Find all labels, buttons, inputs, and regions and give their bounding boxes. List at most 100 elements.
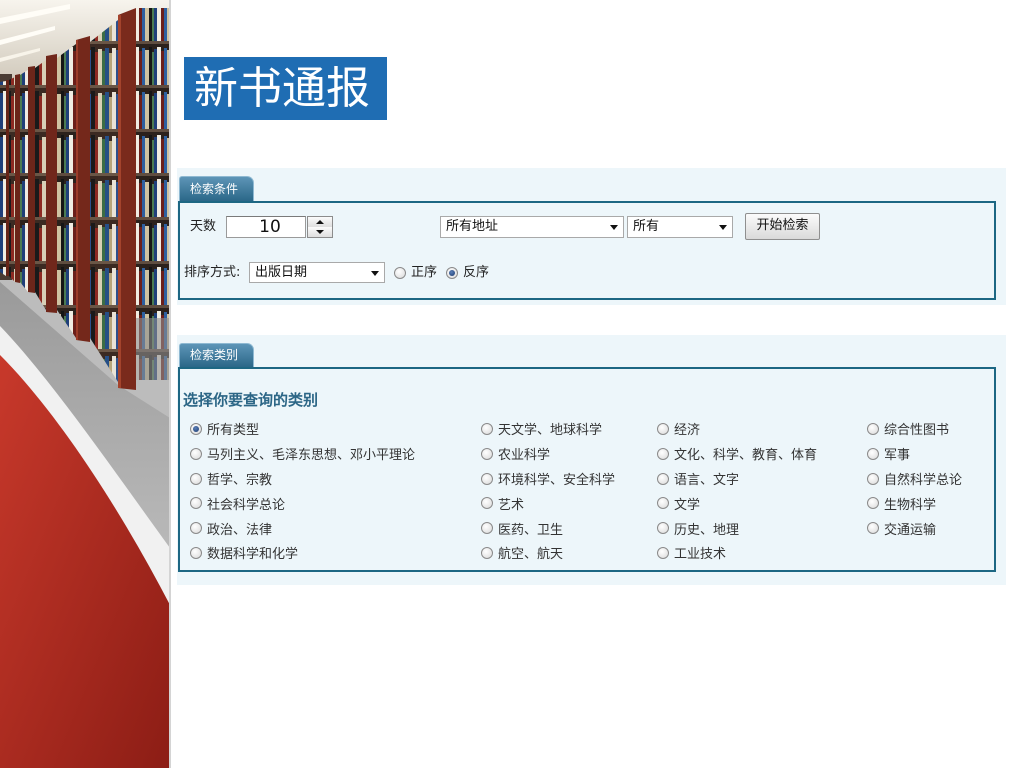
category-label: 航空、航天 xyxy=(498,547,564,563)
radio-icon[interactable] xyxy=(190,546,202,559)
category-option[interactable]: 综合性图书 xyxy=(867,417,962,442)
chevron-down-icon xyxy=(719,225,727,230)
radio-icon[interactable] xyxy=(481,497,493,510)
category-label: 数据科学和化学 xyxy=(207,547,299,563)
category-label: 马列主义、毛泽东思想、邓小平理论 xyxy=(207,448,416,464)
category-option[interactable]: 数据科学和化学 xyxy=(190,541,415,566)
radio-icon[interactable] xyxy=(867,497,879,510)
radio-icon[interactable] xyxy=(190,497,202,510)
spinner-up-icon xyxy=(316,220,324,224)
category-option[interactable]: 历史、地理 xyxy=(657,516,817,541)
start-search-button[interactable]: 开始检索 xyxy=(745,213,820,240)
radio-icon[interactable] xyxy=(657,522,669,535)
category-column: 经济文化、科学、教育、体育 语言、文字文学历史、地理 工业技术 xyxy=(657,417,817,566)
radio-icon[interactable] xyxy=(867,447,879,460)
category-label: 农业科学 xyxy=(498,448,551,464)
category-label: 文学 xyxy=(674,497,701,513)
slide-title-box: 新书通报 xyxy=(184,57,387,120)
radio-icon[interactable] xyxy=(394,267,406,279)
order-ascending-label: 正序 xyxy=(411,265,438,280)
spinner-down-icon xyxy=(316,230,324,234)
radio-icon[interactable] xyxy=(190,522,202,535)
category-option[interactable]: 艺术 xyxy=(481,491,615,516)
category-option[interactable]: 军事 xyxy=(867,441,962,466)
chevron-down-icon xyxy=(371,270,379,276)
category-label: 经济 xyxy=(674,423,701,439)
radio-icon[interactable] xyxy=(657,546,669,559)
category-label: 医药、卫生 xyxy=(498,522,564,538)
category-label: 自然科学总论 xyxy=(884,473,963,489)
category-search-panel: 检索类别 选择你要查询的类别 所有类型马列主义、毛泽东思想、邓小平理论 哲学、宗教… xyxy=(177,335,1006,585)
category-option[interactable]: 交通运输 xyxy=(867,516,962,541)
category-label: 环境科学、安全科学 xyxy=(498,473,616,489)
category-heading: 选择你要查询的类别 xyxy=(183,391,319,409)
category-column: 所有类型马列主义、毛泽东思想、邓小平理论 哲学、宗教社会科学总论 政治、法律数据科学… xyxy=(190,417,415,566)
radio-icon[interactable] xyxy=(481,546,493,559)
category-option[interactable]: 医药、卫生 xyxy=(481,516,615,541)
category-option[interactable]: 生物科学 xyxy=(867,491,962,516)
radio-icon[interactable] xyxy=(190,422,202,435)
category-label: 社会科学总论 xyxy=(207,497,286,513)
slide-title: 新书通报 xyxy=(194,63,370,114)
radio-icon[interactable] xyxy=(481,422,493,435)
category-option[interactable]: 文化、科学、教育、体育 xyxy=(657,441,817,466)
category-label: 生物科学 xyxy=(884,497,937,513)
library-bookshelf-photo xyxy=(0,0,170,768)
category-option[interactable]: 工业技术 xyxy=(657,541,817,566)
slide-divider xyxy=(169,0,171,768)
radio-icon[interactable] xyxy=(867,522,879,535)
category-option[interactable]: 文学 xyxy=(657,491,817,516)
category-label: 艺术 xyxy=(498,497,525,513)
category-option[interactable]: 经济 xyxy=(657,417,817,442)
radio-icon[interactable] xyxy=(481,472,493,485)
category-option[interactable]: 所有类型 xyxy=(190,417,415,442)
category-option[interactable]: 哲学、宗教 xyxy=(190,466,415,491)
radio-icon[interactable] xyxy=(657,447,669,460)
category-label: 天文学、地球科学 xyxy=(498,423,603,439)
category-option[interactable]: 马列主义、毛泽东思想、邓小平理论 xyxy=(190,441,415,466)
days-input[interactable] xyxy=(226,216,306,238)
address-select-value: 所有地址 xyxy=(446,219,499,234)
category-label: 交通运输 xyxy=(884,522,937,538)
scope-select-value: 所有 xyxy=(633,219,660,234)
category-option[interactable]: 自然科学总论 xyxy=(867,466,962,491)
radio-icon[interactable] xyxy=(190,472,202,485)
radio-icon[interactable] xyxy=(657,497,669,510)
radio-icon[interactable] xyxy=(657,472,669,485)
category-column: 天文学、地球科学 农业科学环境科学、安全科学 艺术医药、卫生航空、航天 xyxy=(481,417,615,566)
radio-icon[interactable] xyxy=(446,267,458,279)
radio-icon[interactable] xyxy=(657,422,669,435)
days-spinner[interactable] xyxy=(307,216,333,238)
category-option[interactable]: 环境科学、安全科学 xyxy=(481,466,615,491)
radio-icon[interactable] xyxy=(867,472,879,485)
category-option[interactable]: 天文学、地球科学 xyxy=(481,417,615,442)
tab-search-conditions[interactable]: 检索条件 xyxy=(179,176,254,201)
radio-icon[interactable] xyxy=(481,447,493,460)
category-box: 选择你要查询的类别 所有类型马列主义、毛泽东思想、邓小平理论 哲学、宗教社会科学总… xyxy=(178,367,996,572)
search-conditions-box: 天数 所有地址 所有 开始检索 排序方式: 出版日期 正序 xyxy=(178,201,996,300)
search-conditions-panel: 检索条件 天数 所有地址 所有 开始检索 排序方式: 出版日期 正序 xyxy=(177,168,1006,305)
category-column: 综合性图书 军事自然科学总论 生物科学交通运输 xyxy=(867,417,962,541)
chevron-down-icon xyxy=(610,225,618,230)
radio-icon[interactable] xyxy=(481,522,493,535)
category-label: 文化、科学、教育、体育 xyxy=(674,448,818,464)
radio-icon[interactable] xyxy=(190,447,202,460)
order-descending-option[interactable]: 反序 xyxy=(446,265,489,281)
spinner-down-button[interactable] xyxy=(308,227,332,237)
radio-icon[interactable] xyxy=(867,422,879,435)
sort-label: 排序方式: xyxy=(184,265,241,280)
tab-search-category[interactable]: 检索类别 xyxy=(179,343,254,367)
category-option[interactable]: 政治、法律 xyxy=(190,516,415,541)
order-descending-label: 反序 xyxy=(463,265,490,280)
category-option[interactable]: 农业科学 xyxy=(481,441,615,466)
address-select[interactable]: 所有地址 xyxy=(440,216,624,238)
order-ascending-option[interactable]: 正序 xyxy=(394,265,437,281)
category-option[interactable]: 航空、航天 xyxy=(481,541,615,566)
category-label: 政治、法律 xyxy=(207,522,273,538)
category-option[interactable]: 语言、文字 xyxy=(657,466,817,491)
sort-select[interactable]: 出版日期 xyxy=(249,262,385,283)
category-label: 哲学、宗教 xyxy=(207,473,273,489)
scope-select[interactable]: 所有 xyxy=(627,216,733,238)
category-label: 语言、文字 xyxy=(674,473,740,489)
category-option[interactable]: 社会科学总论 xyxy=(190,491,415,516)
